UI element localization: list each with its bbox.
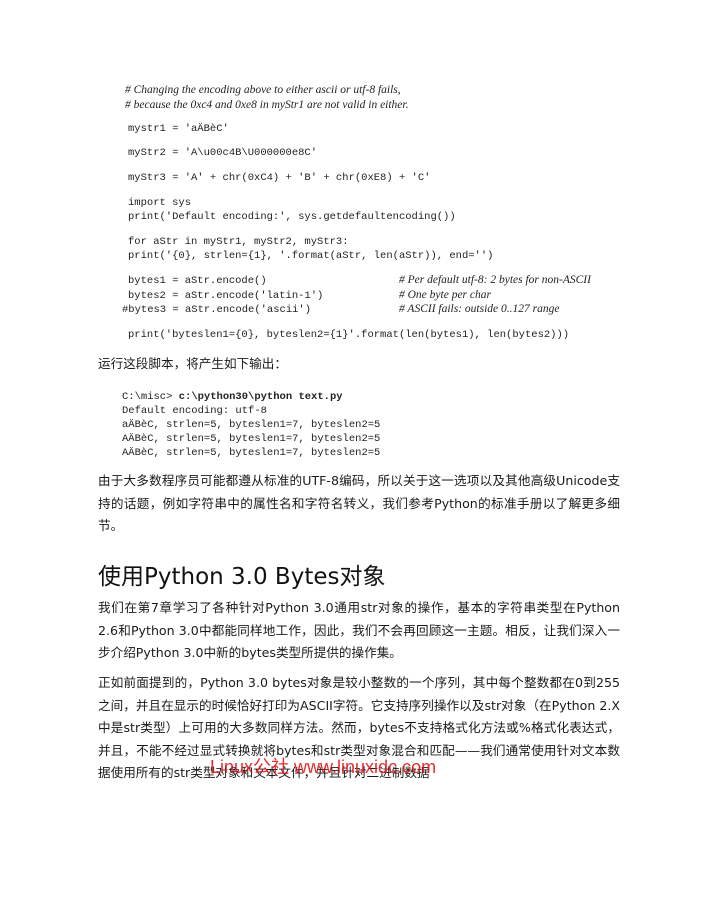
- watermark: Linux公社 www.linuxidc.com: [210, 757, 437, 777]
- intro-paragraph: 运行这段脚本，将产生如下输出：: [98, 356, 287, 371]
- code-line: print('{0}, strlen={1}, '.format(aStr, l…: [128, 250, 494, 262]
- code-line: myStr3 = 'A' + chr(0xC4) + 'B' + chr(0xE…: [128, 172, 431, 184]
- code-line: mystr1 = 'aÄBèC': [128, 123, 229, 135]
- command: c:\python30\python text.py: [178, 391, 343, 403]
- prompt: C:\misc>: [122, 391, 179, 403]
- unicode-paragraph: 由于大多数程序员可能都遵从标准的UTF-8编码，所以关于这一选项以及其他高级Un…: [98, 473, 620, 533]
- ch7-paragraph: 我们在第7章学习了各种针对Python 3.0通用str对象的操作，基本的字符串…: [98, 600, 620, 660]
- code-line: print('Default encoding:', sys.getdefaul…: [128, 211, 456, 223]
- output-line: AÄBèC, strlen=5, byteslen1=7, byteslen2=…: [122, 433, 381, 445]
- code-comment-line: # Per default utf-8: 2 bytes for non-ASC…: [399, 274, 591, 286]
- code-comment-line: # because the 0xc4 and 0xe8 in myStr1 ar…: [125, 99, 409, 111]
- code-comment-line: # One byte per char: [399, 289, 491, 301]
- output-line: AÄBèC, strlen=5, byteslen1=7, byteslen2=…: [122, 447, 381, 459]
- output-line: aÄBèC, strlen=5, byteslen1=7, byteslen2=…: [122, 419, 381, 431]
- code-comment-line: # Changing the encoding above to either …: [125, 84, 401, 96]
- code-line: import sys: [128, 197, 192, 209]
- code-line: myStr2 = 'A\u00c4B\U000000e8C': [128, 147, 318, 159]
- code-line: bytes2 = aStr.encode('latin-1'): [128, 290, 324, 302]
- code-line: bytes1 = aStr.encode(): [128, 275, 267, 287]
- code-line: for aStr in myStr1, myStr2, myStr3:: [128, 236, 349, 248]
- code-line: print('byteslen1={0}, byteslen2={1}'.for…: [128, 329, 570, 341]
- output-line: Default encoding: utf-8: [122, 405, 267, 417]
- code-comment-line: # ASCII fails: outside 0..127 range: [399, 303, 560, 315]
- command-line: C:\misc> c:\python30\python text.py: [122, 391, 343, 403]
- code-line: #bytes3 = aStr.encode('ascii'): [122, 304, 312, 316]
- section-heading: 使用Python 3.0 Bytes对象: [98, 564, 386, 590]
